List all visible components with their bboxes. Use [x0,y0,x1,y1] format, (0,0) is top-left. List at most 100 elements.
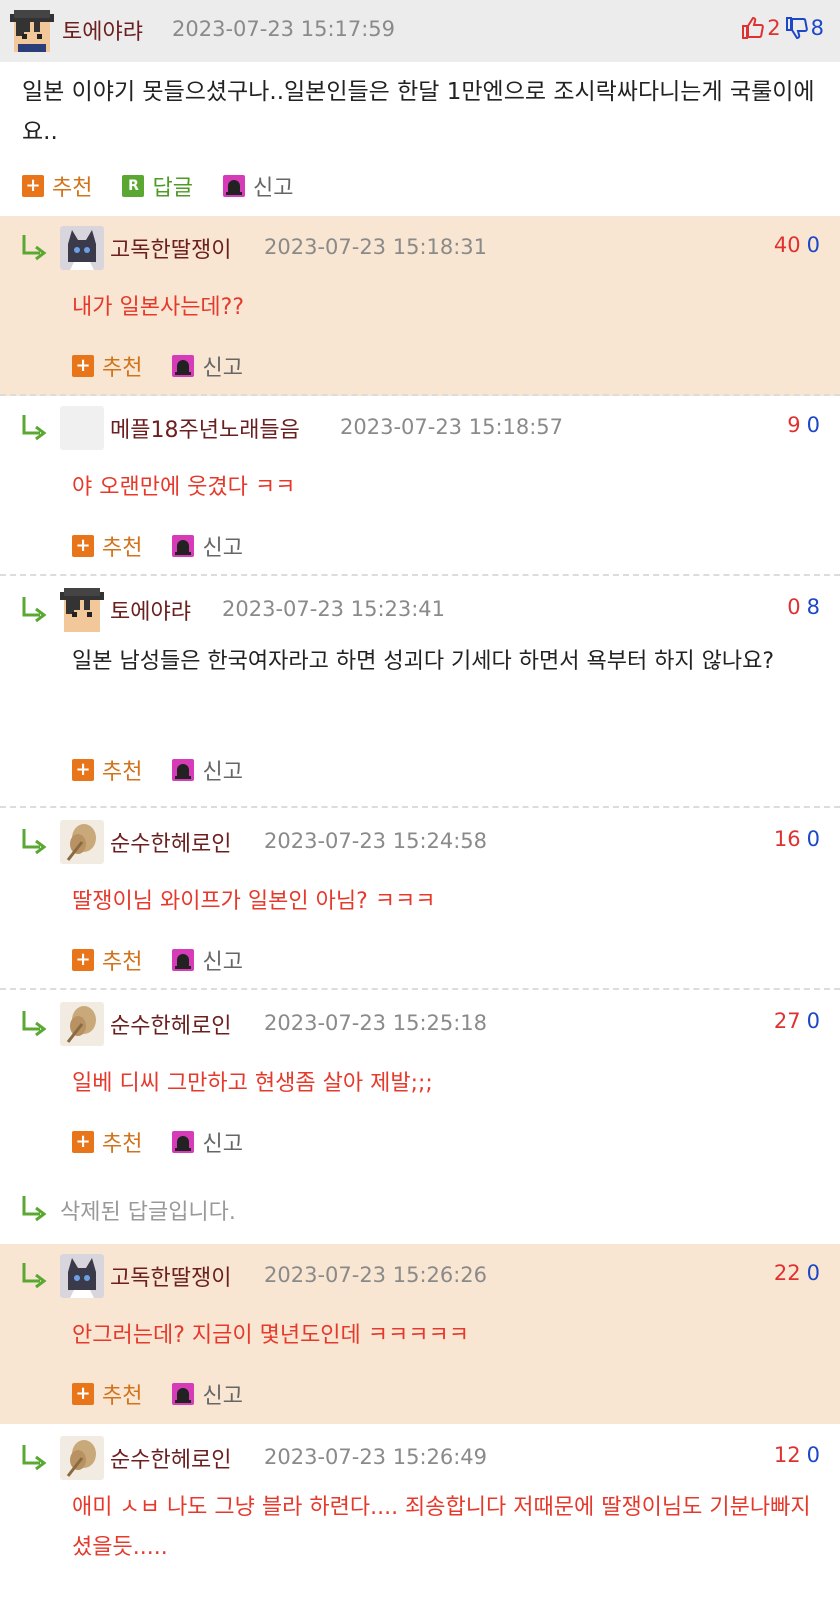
reply-item: 고독한딸쟁이 2023-07-23 15:18:31 40 0 내가 일본사는데?… [0,216,840,396]
plus-icon: + [22,175,44,197]
report-button[interactable]: 신고 [172,754,243,786]
recommend-button[interactable]: + 추천 [72,1126,142,1158]
plus-icon: + [72,1383,94,1405]
reply-downvotes[interactable]: 0 [807,413,820,437]
reply-author[interactable]: 고독한딸쟁이 [110,232,231,264]
reply-author[interactable]: 고독한딸쟁이 [110,1260,231,1292]
plus-icon: + [72,535,94,557]
upvote-count: 2 [767,16,781,40]
reply-arrow-icon [22,1445,47,1471]
reply-actions: + 추천 신고 [72,944,273,976]
reply-item: 순수한헤로인 2023-07-23 15:26:49 12 0 애미 ㅅㅂ 나도 … [0,1426,840,1605]
reply-timestamp: 2023-07-23 15:18:57 [340,415,564,439]
reply-author[interactable]: 순수한헤로인 [110,826,231,858]
report-button[interactable]: 신고 [172,530,243,562]
comment-page: 토에야랴 2023-07-23 15:17:59 2 8 일본 이야기 못들으셨… [0,0,840,1605]
recommend-button[interactable]: + 추천 [22,170,92,202]
reply-timestamp: 2023-07-23 15:26:49 [264,1445,488,1469]
reply-author[interactable]: 토에야랴 [110,594,191,626]
recommend-button[interactable]: + 추천 [72,944,142,976]
reply-upvotes[interactable]: 40 [774,233,801,257]
thumbs-up-icon [742,16,765,39]
reply-item: 순수한헤로인 2023-07-23 15:24:58 16 0 딸쟁이님 와이프가… [0,810,840,990]
user-avatar-pixel-icon[interactable] [10,10,54,54]
siren-icon [172,1383,195,1405]
report-label: 신고 [202,950,243,975]
reply-item: 토에야랴 2023-07-23 15:23:41 08 일본 남성들은 한국여자… [0,578,840,808]
reply-actions: + 추천 신고 [72,530,273,562]
user-avatar-cat-icon[interactable] [60,1254,104,1298]
recommend-button[interactable]: + 추천 [72,1378,142,1410]
reply-downvotes[interactable]: 0 [807,827,820,851]
reply-author[interactable]: 순수한헤로인 [110,1008,231,1040]
reply-actions: + 추천 신고 [72,350,273,382]
user-avatar-plant-icon[interactable] [60,1436,104,1480]
reply-arrow-icon [22,1263,47,1289]
reply-arrow-icon [22,829,47,855]
siren-icon [172,355,195,377]
recommend-label: 추천 [102,760,143,785]
user-avatar-plant-icon[interactable] [60,1002,104,1046]
user-avatar-pixel-icon[interactable] [60,588,104,632]
reply-r-icon: R [122,175,145,197]
upvote-button[interactable]: 2 [741,16,781,40]
reply-upvotes[interactable]: 0 [787,595,800,619]
report-label: 신고 [202,760,243,785]
reply-votes: 16 0 [774,827,820,851]
siren-icon [172,1131,195,1153]
reply-downvotes[interactable]: 0 [807,1443,820,1467]
downvote-count: 8 [810,16,824,40]
report-button[interactable]: 신고 [172,944,243,976]
report-label: 신고 [202,356,243,381]
report-button[interactable]: 신고 [172,1126,243,1158]
report-button[interactable]: 신고 [172,350,243,382]
reply-arrow-icon [22,1011,47,1037]
report-button[interactable]: 신고 [222,170,294,202]
recommend-label: 추천 [102,536,143,561]
recommend-label: 추천 [102,356,143,381]
reply-downvotes[interactable]: 0 [807,233,820,257]
recommend-button[interactable]: + 추천 [72,530,142,562]
vote-counts: 2 8 [741,16,824,40]
reply-upvotes[interactable]: 12 [774,1443,801,1467]
reply-upvotes[interactable]: 9 [787,413,800,437]
reply-votes: 40 0 [774,233,820,257]
reply-timestamp: 2023-07-23 15:18:31 [264,235,488,259]
user-avatar-plant-icon[interactable] [60,820,104,864]
reply-text: 야 오랜만에 웃겼다 ㅋㅋ [72,475,296,500]
downvote-button[interactable]: 8 [785,16,824,40]
comment-timestamp: 2023-07-23 15:17:59 [172,17,396,41]
reply-timestamp: 2023-07-23 15:26:26 [264,1263,488,1287]
siren-icon [222,175,245,197]
reply-item: 순수한헤로인 2023-07-23 15:25:18 27 0 일베 디씨 그만하… [0,992,840,1170]
reply-upvotes[interactable]: 16 [774,827,801,851]
recommend-label: 추천 [102,950,143,975]
reply-author[interactable]: 순수한헤로인 [110,1442,231,1474]
reply-downvotes[interactable]: 0 [807,1261,820,1285]
comment-author[interactable]: 토에야랴 [62,14,143,46]
reply-upvotes[interactable]: 27 [774,1009,801,1033]
reply-arrow-icon [22,415,47,441]
report-label: 신고 [202,1132,243,1157]
reply-downvotes[interactable]: 0 [807,1009,820,1033]
deleted-reply: 삭제된 답글입니다. [0,1172,840,1242]
user-avatar-empty[interactable] [60,406,104,450]
reply-upvotes[interactable]: 22 [774,1261,801,1285]
recommend-button[interactable]: + 추천 [72,754,142,786]
reply-text: 안그러는데? 지금이 몇년도인데 ㅋㅋㅋㅋㅋ [72,1323,469,1348]
user-avatar-cat-icon[interactable] [60,226,104,270]
reply-button[interactable]: R 답글 [122,170,193,202]
report-label: 신고 [252,176,294,201]
reply-downvotes[interactable]: 8 [807,595,820,619]
report-button[interactable]: 신고 [172,1378,243,1410]
reply-author[interactable]: 메플18주년노래들음 [110,412,300,444]
reply-text: 애미 ㅅㅂ 나도 그냥 블라 하련다.... 죄송합니다 저때문에 딸쟁이님도 … [72,1495,811,1560]
reply-votes: 90 [787,413,820,437]
reply-text: 일베 디씨 그만하고 현생좀 살아 제발;;; [72,1071,433,1096]
siren-icon [172,759,195,781]
reply-item: 고독한딸쟁이 2023-07-23 15:26:26 22 0 안그러는데? 지금… [0,1244,840,1424]
reply-actions: + 추천 신고 [72,1126,273,1158]
recommend-button[interactable]: + 추천 [72,350,142,382]
reply-label: 답글 [152,176,193,201]
plus-icon: + [72,355,94,377]
